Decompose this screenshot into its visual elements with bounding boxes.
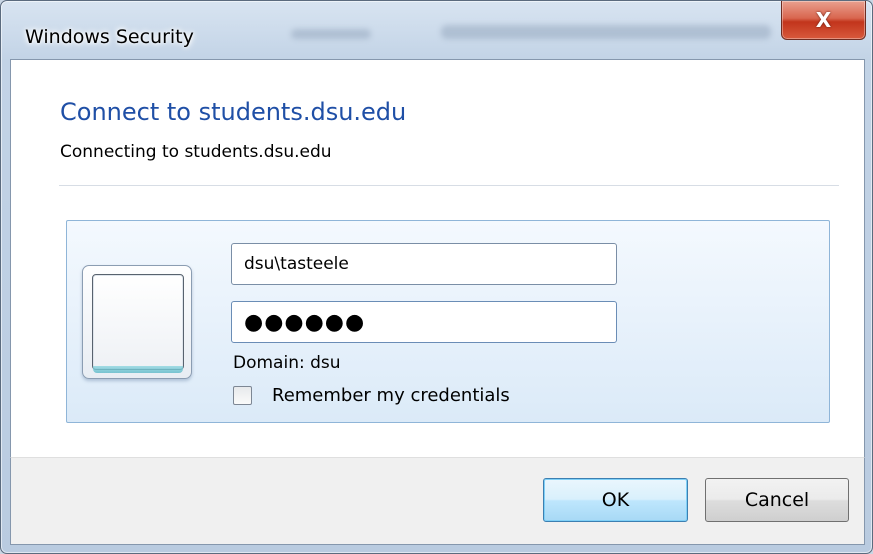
security-dialog-window: Windows Security X Connect to students.d… xyxy=(0,0,873,554)
user-tile-frame xyxy=(92,274,184,370)
background-blur xyxy=(441,25,771,39)
cancel-button[interactable]: Cancel xyxy=(705,478,849,522)
username-field[interactable]: dsu\tasteele xyxy=(231,243,617,285)
user-tile-icon xyxy=(82,265,192,379)
separator xyxy=(59,185,839,186)
remember-credentials-row[interactable]: Remember my credentials xyxy=(233,385,510,406)
dialog-content: Connect to students.dsu.edu Connecting t… xyxy=(10,59,865,458)
dialog-subheading: Connecting to students.dsu.edu xyxy=(60,142,332,162)
close-icon: X xyxy=(815,8,832,32)
background-blur xyxy=(291,29,371,39)
remember-credentials-label[interactable]: Remember my credentials xyxy=(272,385,510,406)
user-tile-glow xyxy=(93,366,183,373)
password-field[interactable]: ●●●●●● xyxy=(231,301,617,343)
credential-tile-panel: dsu\tasteele ●●●●●● Domain: dsu Remember… xyxy=(66,220,830,423)
domain-label: Domain: dsu xyxy=(233,353,341,373)
dialog-heading: Connect to students.dsu.edu xyxy=(60,98,407,126)
remember-credentials-checkbox[interactable] xyxy=(233,386,252,405)
window-title: Windows Security xyxy=(25,26,194,48)
username-value: dsu\tasteele xyxy=(244,254,349,274)
password-value: ●●●●●● xyxy=(244,309,366,335)
button-bar: OK Cancel xyxy=(10,457,865,545)
ok-button[interactable]: OK xyxy=(543,478,688,522)
close-button[interactable]: X xyxy=(781,1,866,40)
